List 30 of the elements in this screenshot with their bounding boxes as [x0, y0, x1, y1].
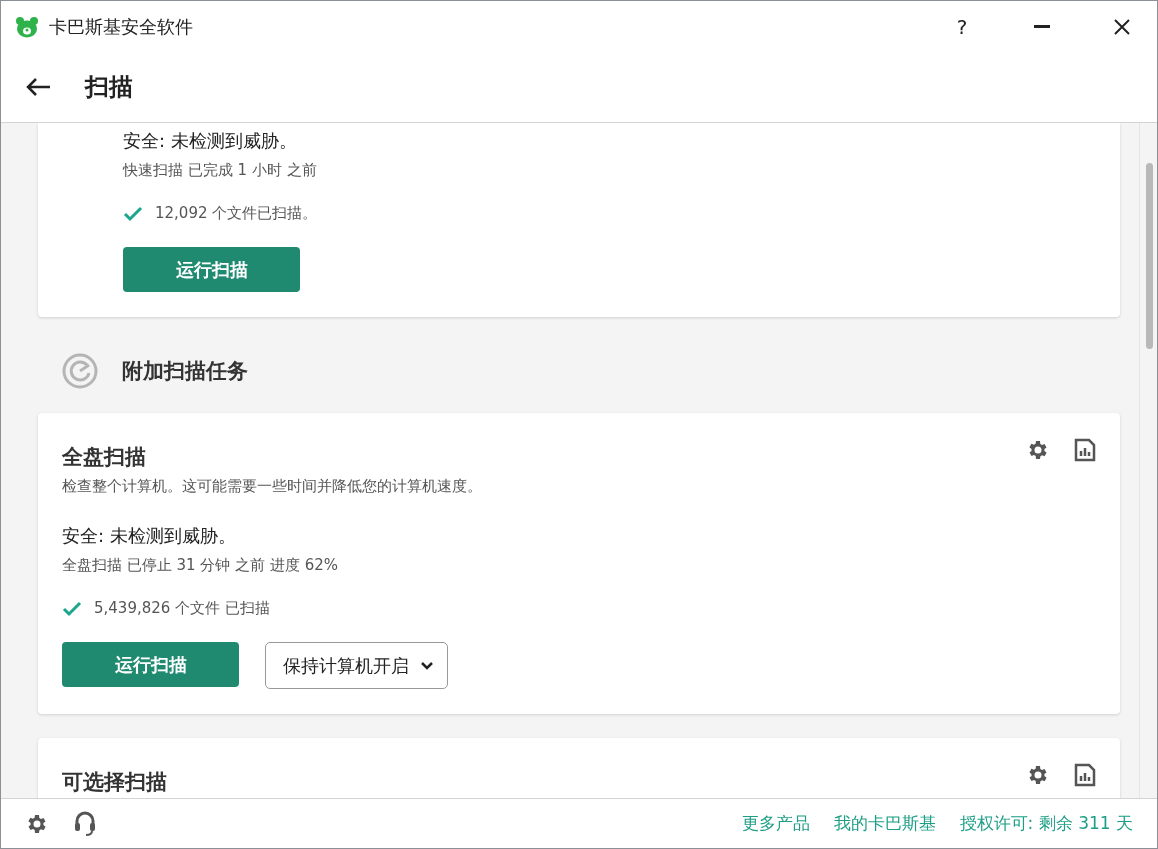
card-title: 可选择扫描	[62, 769, 167, 796]
files-scanned: 5,439,826 个文件 已扫描	[94, 599, 270, 618]
scan-detail: 全盘扫描 已停止 31 分钟 之前 进度 62%	[62, 556, 340, 575]
files-scanned: 12,092 个文件已扫描。	[155, 204, 318, 223]
chevron-icon	[421, 661, 433, 670]
close-icon	[1114, 18, 1130, 35]
footer-link[interactable]: 授权许可: 剩余 311 天	[959, 812, 1133, 835]
footer-link[interactable]: 我的卡巴斯基	[833, 812, 936, 835]
scan-status: 安全: 未检测到威胁。	[62, 524, 237, 548]
power-option-dropdown[interactable]: 保持计算机开启	[265, 642, 448, 689]
help-button[interactable]: ?	[927, 1, 997, 52]
scan-detail: 快速扫描 已完成 1 小时 之前	[123, 161, 318, 180]
page-title: 扫描	[85, 72, 133, 103]
report-icon[interactable]	[1074, 763, 1096, 787]
section-title: 附加扫描任务	[122, 358, 248, 385]
back-arrow-icon[interactable]	[25, 77, 51, 97]
checkmark-icon	[62, 600, 82, 617]
scan-status: 安全: 未检测到威胁。	[123, 129, 298, 153]
report-icon[interactable]	[1074, 438, 1096, 462]
run-scan-button[interactable]: 运行扫描	[123, 247, 300, 292]
card-description: 检查整个计算机。这可能需要一些时间并降低您的计算机速度。	[62, 477, 483, 496]
footer-link[interactable]: 更多产品	[741, 812, 810, 835]
minimize-icon	[1034, 24, 1050, 29]
headset-icon[interactable]	[73, 810, 97, 837]
window-title: 卡巴斯基安全软件	[49, 14, 194, 39]
bear-logo-icon	[15, 15, 39, 38]
card-title: 全盘扫描	[62, 444, 146, 471]
run-scan-button[interactable]: 运行扫描	[62, 642, 239, 687]
radar-icon	[62, 353, 98, 389]
checkmark-icon	[123, 205, 143, 222]
